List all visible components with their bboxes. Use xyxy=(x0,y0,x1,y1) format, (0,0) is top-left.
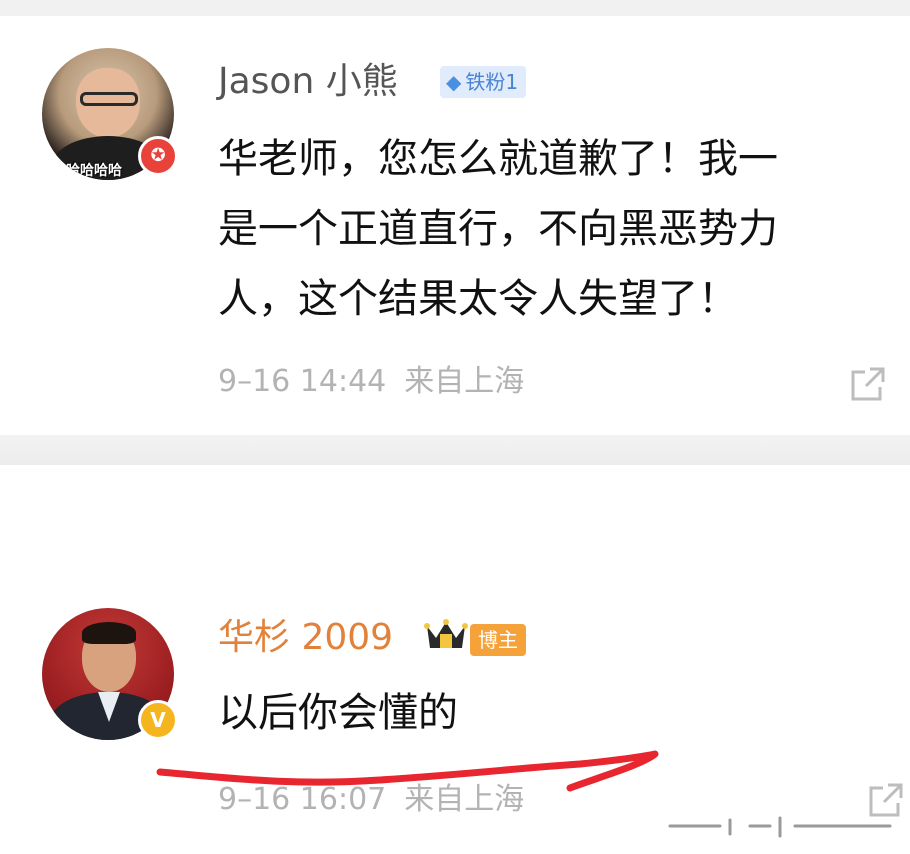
fan-badge[interactable]: ◆ 铁粉1 xyxy=(440,66,527,98)
comment-meta: 9–16 14:44 来自上海 xyxy=(218,362,524,402)
v-badge-icon: V xyxy=(138,700,178,740)
location: 来自上海 xyxy=(404,364,525,399)
fan-badge-label: 铁粉1 xyxy=(465,70,519,94)
timestamp: 9–16 14:44 xyxy=(218,364,387,399)
watermark-wave xyxy=(668,816,892,838)
comment-text: 华老师，您怎么就道歉了！我一 是一个正道直行，不向黑恶势力 人，这个结果太令人失… xyxy=(218,124,910,334)
comment-line: 以后你会懂的 xyxy=(218,690,458,736)
comment-thread: 哈哈哈哈 ✪ Jason 小熊 ◆ 铁粉1 华老师，您怎么就道歉了！我一 是一个… xyxy=(0,0,910,854)
timestamp: 9–16 16:07 xyxy=(218,782,387,817)
comment-line: 是一个正道直行，不向黑恶势力 xyxy=(218,206,778,252)
comment-line: 人，这个结果太令人失望了！ xyxy=(218,276,738,322)
username[interactable]: 华杉 2009 xyxy=(218,616,393,660)
location: 来自上海 xyxy=(404,782,525,817)
diamond-icon: ◆ xyxy=(446,70,462,94)
comment-line: 华老师，您怎么就道歉了！我一 xyxy=(218,136,778,182)
avatar-caption: 哈哈哈哈 xyxy=(66,163,122,179)
top-strip xyxy=(0,0,910,16)
comment-meta: 9–16 16:07 来自上海 xyxy=(218,780,524,820)
share-icon[interactable] xyxy=(848,364,888,404)
section-divider xyxy=(0,435,910,465)
host-badge: 博主 xyxy=(470,624,526,656)
username[interactable]: Jason 小熊 xyxy=(218,60,398,104)
star-badge-icon: ✪ xyxy=(138,136,178,176)
avatar[interactable]: 哈哈哈哈 ✪ xyxy=(42,48,178,180)
comment-text: 以后你会懂的 xyxy=(218,678,910,748)
crown-icon xyxy=(424,619,468,648)
avatar[interactable]: V xyxy=(42,608,178,740)
